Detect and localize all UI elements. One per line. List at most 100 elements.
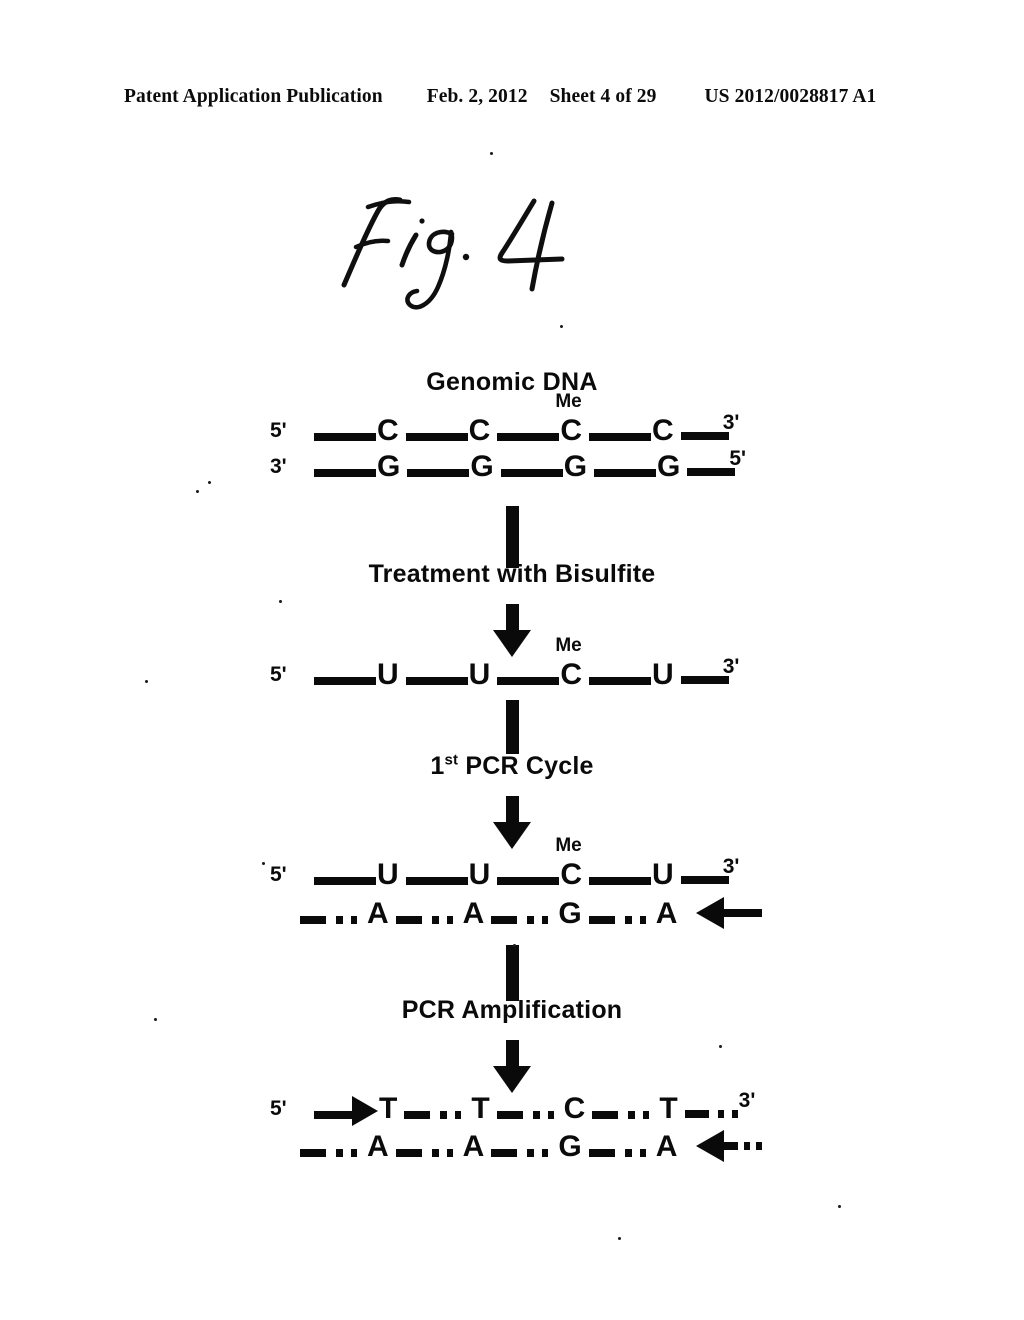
strand-segment: C — [589, 416, 674, 446]
primer-arrow-tail — [722, 909, 763, 917]
strand-end-3prime: 3' — [722, 411, 740, 434]
strand-end-3prime: 3' — [722, 655, 740, 678]
base-letter: U — [652, 658, 674, 691]
strand-bar — [500, 469, 563, 477]
strand-end-5prime: 5' — [270, 863, 287, 886]
strand-segment: C — [496, 1092, 586, 1125]
strand-bar-dashed — [592, 1111, 659, 1119]
base-letter: U — [652, 858, 674, 891]
stage-after-bisulfite-top-strand: 5' U U Me C U 3' — [270, 636, 746, 692]
scan-speckle — [196, 490, 199, 493]
stage-genomic-dna-bottom-strand: 3' G G G G 5' — [270, 447, 753, 484]
base-letter: C — [560, 658, 583, 691]
strand-bar — [314, 1111, 354, 1119]
flow-arrow-head-icon — [493, 1066, 531, 1093]
strand-segment: G — [491, 897, 582, 930]
strand-segment: G — [314, 452, 400, 482]
flow-arrow-stem — [506, 506, 519, 568]
step-label-first-pcr-cycle: 1st PCR Cycle — [0, 752, 1024, 781]
base-letter: G — [558, 1130, 582, 1163]
step-label-superscript: st — [444, 751, 459, 769]
strand-end-5prime: 5' — [270, 1097, 287, 1120]
strand-segment-terminal: 3' — [680, 411, 739, 443]
strand-bar — [680, 432, 729, 440]
base-letter: A — [655, 1130, 678, 1163]
strand-bar — [497, 877, 560, 885]
scan-speckle — [208, 481, 211, 484]
strand-bar — [680, 676, 729, 684]
strand-segment: T — [592, 1094, 678, 1124]
scan-speckle — [145, 680, 148, 683]
strand-bar — [405, 677, 468, 685]
strand-segment-terminal: 3' — [680, 855, 739, 887]
stage-first-pcr-bottom-strand: A A G A — [300, 897, 763, 931]
strand-bar-dashed — [588, 1149, 655, 1157]
base-letter: A — [462, 1130, 485, 1163]
methyl-label: Me — [555, 635, 582, 656]
primer-arrowhead — [696, 1130, 725, 1162]
strand-end-3prime: 3' — [722, 855, 740, 878]
strand-bar-dashed — [395, 916, 462, 924]
diagram-title: Genomic DNA — [426, 368, 598, 396]
strand-segment-methylated: Me C — [497, 392, 583, 447]
strand-bar — [405, 433, 468, 441]
base-letter: G — [558, 897, 582, 930]
base-letter: A — [655, 897, 678, 930]
strand-bar — [589, 433, 652, 441]
scan-speckle — [154, 1018, 157, 1021]
strand-bar-dashed — [395, 1149, 462, 1157]
strand-segment: C — [314, 416, 399, 446]
stage-pcr-amplification-top-strand: 5' T T C T 3' — [270, 1089, 762, 1126]
strand-bar — [497, 433, 560, 441]
scan-speckle — [838, 1205, 841, 1208]
scan-speckle — [618, 1237, 621, 1240]
base-letter: U — [377, 858, 399, 891]
scan-speckle — [560, 325, 563, 328]
strand-segment: A — [395, 899, 484, 929]
scan-speckle — [719, 1045, 722, 1048]
strand-segment: G — [491, 1130, 582, 1163]
strand-bar-dashed — [300, 916, 366, 924]
strand-bar — [407, 469, 470, 477]
base-letter: U — [468, 658, 491, 691]
base-letter: U — [377, 658, 399, 691]
primer-arrow-left-icon — [696, 897, 763, 929]
strand-segment: U — [405, 658, 491, 691]
strand-bar-dashed — [404, 1111, 471, 1119]
strand-segment-terminal: 3' — [680, 655, 739, 687]
scan-speckle — [279, 600, 282, 603]
base-letter: C — [468, 414, 491, 447]
strand-segment: A — [300, 899, 389, 929]
strand-segment: G — [500, 452, 587, 482]
primer-arrow-right-icon — [352, 1096, 378, 1126]
strand-segment: C — [405, 414, 491, 447]
strand-segment: A — [588, 897, 678, 930]
base-letter: C — [560, 414, 583, 447]
strand-bar — [314, 677, 376, 685]
strand-bar-dashed — [491, 916, 558, 924]
flow-arrow-stem — [506, 700, 519, 754]
step-label-bisulfite: Treatment with Bisulfite — [368, 560, 656, 588]
strand-bar — [314, 877, 376, 885]
base-letter: U — [468, 858, 491, 891]
base-letter: C — [563, 1092, 586, 1125]
strand-segment-terminal: 5' — [687, 447, 746, 479]
stage-first-pcr-top-strand: 5' U U Me C U 3' — [270, 836, 746, 892]
strand-end-5prime: 5' — [729, 447, 747, 470]
strand-segment-primer: T — [314, 1094, 397, 1126]
bisulfite-conversion-diagram: Genomic DNA 5' C C Me C C 3' 3' G G G G … — [0, 0, 1024, 1320]
strand-bar — [594, 469, 657, 477]
strand-segment: U — [314, 658, 399, 691]
step-label-suffix: PCR Cycle — [458, 752, 594, 780]
base-letter: A — [367, 1130, 389, 1163]
strand-bar — [687, 468, 736, 476]
strand-bar-dashed — [491, 1149, 558, 1157]
step-label-prefix: 1 — [430, 752, 445, 780]
strand-bar — [589, 877, 652, 885]
flow-arrow-head-icon — [493, 630, 531, 657]
strand-segment: A — [588, 1130, 678, 1163]
strand-end-5prime: 5' — [270, 663, 287, 686]
strand-bar-dashed — [588, 916, 655, 924]
strand-bar — [314, 469, 376, 477]
flow-arrow-head-icon — [493, 822, 531, 849]
